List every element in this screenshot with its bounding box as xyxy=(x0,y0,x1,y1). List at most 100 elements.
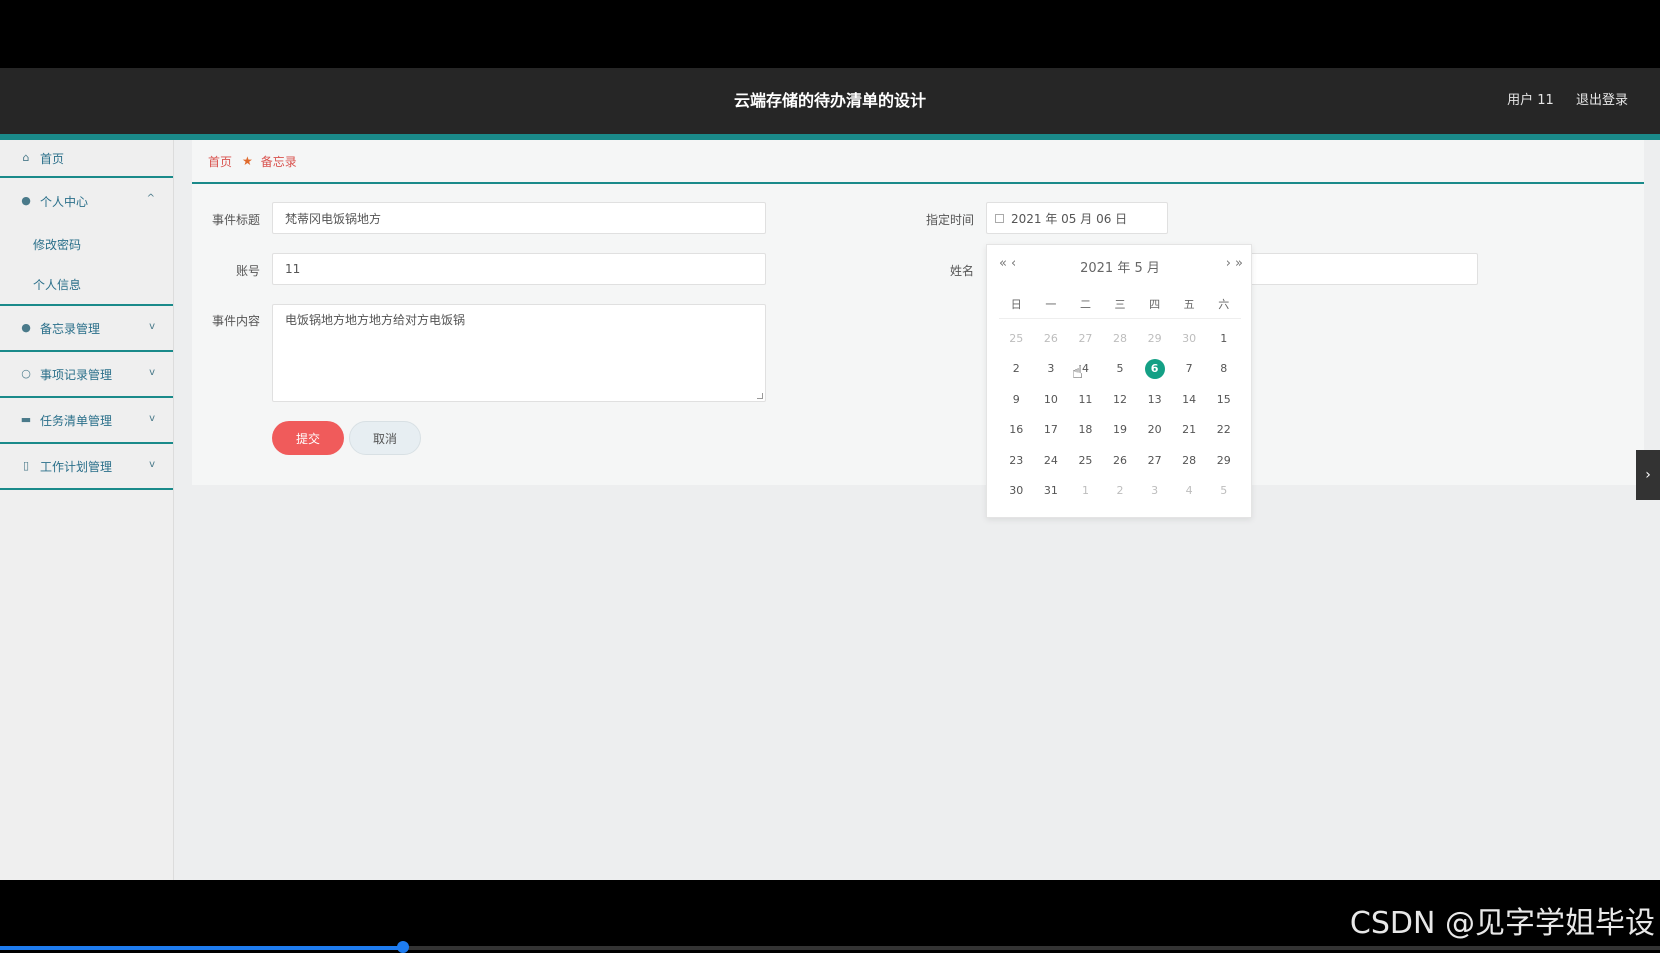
date-picker-title: 2021 年 5 月 xyxy=(1080,261,1160,276)
day-cell[interactable]: 5 xyxy=(1206,476,1241,507)
day-number: 28 xyxy=(1182,453,1197,467)
content-textarea[interactable]: 电饭锅地方地方地方给对方电饭锅 xyxy=(272,304,766,402)
day-cell[interactable]: 17 xyxy=(1034,415,1069,446)
day-cell[interactable]: 12 xyxy=(1103,384,1138,415)
day-cell[interactable]: 23 xyxy=(999,445,1034,476)
resize-handle[interactable] xyxy=(757,393,763,399)
day-number: 10 xyxy=(1043,392,1058,406)
day-cell[interactable]: 25 xyxy=(999,323,1034,354)
sidebar-item-memo[interactable]: ● 备忘录管理 v xyxy=(0,306,173,352)
form-panel: 首页 ★ 备忘录 事件标题 梵蒂冈电饭锅地方 账号 11 事件内容 电饭锅地方地… xyxy=(192,140,1644,485)
day-cell[interactable]: 19 xyxy=(1103,415,1138,446)
day-cell[interactable]: 29 xyxy=(1137,323,1172,354)
day-number: 15 xyxy=(1216,392,1231,406)
sidebar-item-tasks[interactable]: ▬ 任务清单管理 v xyxy=(0,398,173,444)
day-cell[interactable]: 10 xyxy=(1034,384,1069,415)
day-cell[interactable]: 27 xyxy=(1068,323,1103,354)
date-picker-popup: « ‹ 2021 年 5 月 › » 日一二三四五六 25 26 27 28 29 30 1… xyxy=(986,244,1252,518)
name-label: 姓名 xyxy=(949,264,974,278)
day-cell[interactable]: 26 xyxy=(1103,445,1138,476)
day-cell[interactable]: 2 xyxy=(1103,476,1138,507)
breadcrumb-current: 备忘录 xyxy=(260,154,297,169)
sidebar-item-records[interactable]: ○ 事项记录管理 v xyxy=(0,352,173,398)
sidebar-item-label: 任务清单管理 xyxy=(40,413,113,428)
compass-icon: ○ xyxy=(21,367,31,380)
sidebar-group-personal: ● 个人中心 ^ 修改密码 个人信息 xyxy=(0,178,173,306)
day-cell[interactable]: 30 xyxy=(999,476,1034,507)
date-picker-header: « ‹ 2021 年 5 月 › » xyxy=(987,245,1253,287)
account-input[interactable]: 11 xyxy=(272,253,766,285)
day-cell[interactable]: 20 xyxy=(1137,415,1172,446)
day-cell[interactable]: 3 xyxy=(1137,476,1172,507)
day-cell[interactable]: 13 xyxy=(1137,384,1172,415)
day-cell[interactable]: 22 xyxy=(1206,415,1241,446)
day-cell[interactable]: 2 xyxy=(999,354,1034,385)
date-input[interactable]: 2021 年 05 月 06 日 xyxy=(986,202,1168,234)
watermark: CSDN @见字学姐毕设 xyxy=(1349,906,1655,941)
video-progress-handle[interactable] xyxy=(397,941,410,953)
week-row: 16 17 18 19 20 21 22 xyxy=(999,415,1241,446)
breadcrumb: 首页 ★ 备忘录 xyxy=(192,140,1644,184)
next-month-button[interactable]: › xyxy=(1226,256,1231,271)
day-cell[interactable]: 30 xyxy=(1172,323,1207,354)
weekday-label: 日 xyxy=(1010,297,1022,311)
sidebar-item-label: 事项记录管理 xyxy=(40,367,113,382)
day-cell[interactable]: 21 xyxy=(1172,415,1207,446)
day-cell[interactable]: 3 xyxy=(1034,354,1069,385)
sidebar-item-personal-center[interactable]: ● 个人中心 ^ xyxy=(0,178,173,224)
day-cell[interactable]: 4 xyxy=(1172,476,1207,507)
day-number: 14 xyxy=(1182,392,1197,406)
drawer-toggle-button[interactable]: › xyxy=(1636,450,1660,500)
day-cell[interactable]: 9 xyxy=(999,384,1034,415)
day-cell[interactable]: 28 xyxy=(1103,323,1138,354)
user-icon: ● xyxy=(21,194,31,207)
day-cell[interactable]: 7 xyxy=(1172,354,1207,385)
sidebar-item-plans[interactable]: ▯ 工作计划管理 v xyxy=(0,444,173,490)
cancel-button[interactable]: 取消 xyxy=(349,421,421,455)
submit-button[interactable]: 提交 xyxy=(272,421,344,455)
sidebar-subitem-change-password[interactable]: 修改密码 xyxy=(0,224,173,264)
week-row: 9 10 11 12 13 14 15 xyxy=(999,384,1241,415)
day-cell[interactable]: 16 xyxy=(999,415,1034,446)
day-number: 2 xyxy=(1012,362,1020,376)
day-cell[interactable]: 29 xyxy=(1206,445,1241,476)
day-cell[interactable]: 31 xyxy=(1034,476,1069,507)
title-input[interactable]: 梵蒂冈电饭锅地方 xyxy=(272,202,766,234)
video-progress-bar[interactable] xyxy=(0,941,1660,953)
top-bar: 云端存储的待办清单的设计 用户 11 退出登录 xyxy=(0,68,1660,134)
week-row: 25 26 27 28 29 30 1 xyxy=(999,323,1241,354)
day-cell[interactable]: 18 xyxy=(1068,415,1103,446)
day-cell[interactable]: 24 xyxy=(1034,445,1069,476)
day-number: 25 xyxy=(1078,453,1093,467)
sidebar-subitem-personal-info[interactable]: 个人信息 xyxy=(0,264,173,304)
day-cell[interactable]: 1 xyxy=(1206,323,1241,354)
user-name[interactable]: 用户 11 xyxy=(1507,93,1554,108)
day-cell[interactable]: 1 xyxy=(1068,476,1103,507)
weekday-label: 一 xyxy=(1045,297,1057,311)
main-content: 首页 ★ 备忘录 事件标题 梵蒂冈电饭锅地方 账号 11 事件内容 电饭锅地方地… xyxy=(174,140,1660,880)
sidebar-item-home[interactable]: ⌂ 首页 xyxy=(0,140,173,178)
day-number: 19 xyxy=(1113,423,1128,437)
day-cell[interactable]: 27 xyxy=(1137,445,1172,476)
day-cell[interactable]: 15 xyxy=(1206,384,1241,415)
next-year-button[interactable]: » xyxy=(1235,256,1243,271)
day-number: 28 xyxy=(1113,331,1128,345)
day-number: 27 xyxy=(1078,331,1093,345)
day-cell[interactable]: 5 xyxy=(1103,354,1138,385)
logout-link[interactable]: 退出登录 xyxy=(1576,93,1628,108)
day-cell[interactable]: 8 xyxy=(1206,354,1241,385)
week-row: 2 3 4 5 6 7 8 xyxy=(999,354,1241,385)
day-number: 26 xyxy=(1113,453,1128,467)
day-cell[interactable]: 25 xyxy=(1068,445,1103,476)
breadcrumb-home[interactable]: 首页 xyxy=(208,153,232,170)
day-number: 9 xyxy=(1012,392,1020,406)
selected-day-cell[interactable]: 6 xyxy=(1137,354,1172,385)
day-cell[interactable]: 26 xyxy=(1034,323,1069,354)
title-label: 事件标题 xyxy=(211,213,260,227)
weekday-label: 五 xyxy=(1183,297,1195,311)
weekday-label: 二 xyxy=(1079,297,1091,311)
date-picker-grid: 日一二三四五六 25 26 27 28 29 30 1 2 3 4 5 6 7 8 9 10 11 12 13 14 1… xyxy=(999,289,1241,506)
day-cell[interactable]: 11 xyxy=(1068,384,1103,415)
day-cell[interactable]: 28 xyxy=(1172,445,1207,476)
day-cell[interactable]: 14 xyxy=(1172,384,1207,415)
